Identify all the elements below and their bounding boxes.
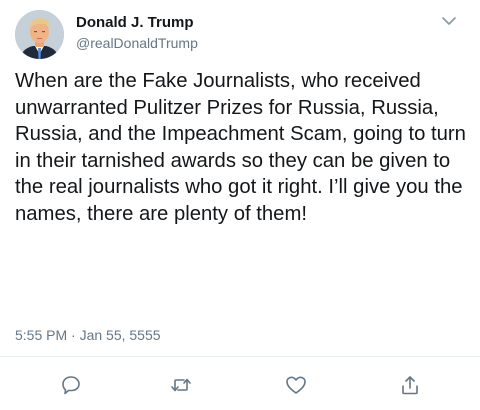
retweet-icon[interactable] <box>170 374 192 396</box>
share-icon[interactable] <box>399 374 421 396</box>
tweet-timestamp[interactable]: 5:55 PM · Jan 55, 5555 <box>15 327 161 343</box>
author-handle[interactable]: @realDonaldTrump <box>76 35 198 51</box>
reply-icon[interactable] <box>60 374 82 396</box>
avatar[interactable] <box>15 10 64 59</box>
tweet-card: Donald J. Trump @realDonaldTrump When ar… <box>0 0 480 410</box>
author-name[interactable]: Donald J. Trump <box>76 14 194 31</box>
divider <box>0 356 480 357</box>
chevron-down-icon[interactable] <box>440 14 458 28</box>
heart-icon[interactable] <box>285 374 307 396</box>
tweet-text: When are the Fake Journalists, who recei… <box>15 70 466 225</box>
